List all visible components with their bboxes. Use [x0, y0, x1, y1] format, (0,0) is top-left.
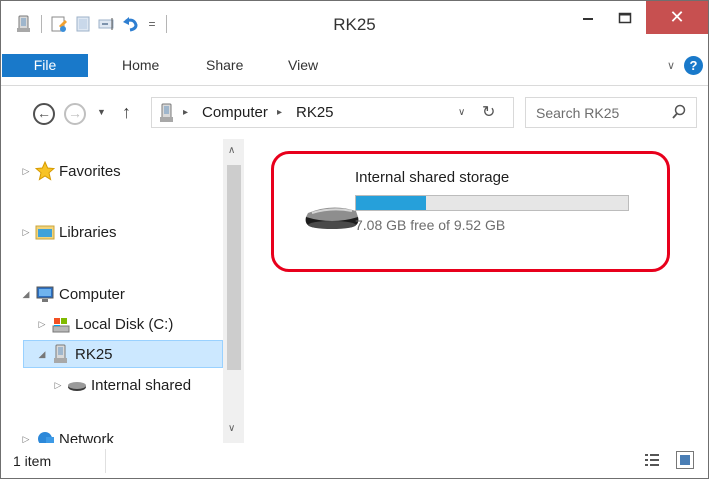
- scrollbar-thumb[interactable]: [227, 165, 241, 370]
- local-disk-icon: [52, 318, 70, 333]
- drive-usage-bar: [355, 195, 629, 211]
- expand-arrow-icon[interactable]: ▷: [19, 227, 33, 238]
- large-icons-view-icon[interactable]: [676, 451, 694, 469]
- nav-item-label: RK25: [75, 345, 113, 363]
- nav-item-label: Network: [59, 430, 115, 444]
- nav-item-favorites[interactable]: ▷ Favorites: [19, 157, 121, 185]
- drive-icon: [68, 382, 86, 391]
- recent-locations-icon[interactable]: ▼: [97, 107, 106, 117]
- ribbon-tabs: File Home Share View ∨ ?: [1, 45, 708, 86]
- computer-icon: [36, 286, 54, 302]
- drive-free-space: 7.08 GB free of 9.52 GB: [355, 217, 506, 233]
- tab-file[interactable]: File: [2, 54, 88, 77]
- tab-home[interactable]: Home: [122, 57, 159, 73]
- nav-item-network[interactable]: ▷ Network: [19, 425, 114, 443]
- content-pane: Internal shared storage 7.08 GB free of …: [246, 139, 708, 443]
- maximize-icon: [618, 12, 632, 23]
- status-divider: [105, 449, 106, 473]
- expand-arrow-icon[interactable]: ▷: [51, 380, 65, 391]
- back-button[interactable]: ←: [33, 103, 55, 125]
- details-view-icon[interactable]: [644, 452, 660, 468]
- minimize-icon: [583, 17, 593, 20]
- status-bar: 1 item: [1, 443, 708, 478]
- address-bar[interactable]: ▸ Computer ▸ RK25 ∨ ↻: [151, 97, 514, 128]
- portable-device-icon: [160, 103, 173, 122]
- maximize-button[interactable]: [608, 1, 642, 34]
- drive-tile-internal-shared-storage[interactable]: Internal shared storage 7.08 GB free of …: [271, 151, 670, 272]
- title-bar: = RK25 ✕: [1, 1, 708, 45]
- nav-item-libraries[interactable]: ▷ Libraries: [19, 218, 117, 246]
- breadcrumb-separator[interactable]: ▸: [277, 107, 282, 118]
- item-count: 1 item: [13, 453, 52, 469]
- breadcrumb-computer[interactable]: Computer: [202, 104, 268, 121]
- tab-view[interactable]: View: [288, 57, 318, 73]
- nav-item-internal-shared[interactable]: ▷ Internal shared: [51, 371, 192, 399]
- nav-item-label: Internal shared: [91, 376, 192, 394]
- nav-item-label: Libraries: [59, 223, 117, 241]
- scroll-up-icon[interactable]: ∧: [228, 145, 235, 156]
- collapse-arrow-icon[interactable]: ◢: [35, 349, 49, 360]
- nav-item-local-disk[interactable]: ▷ Local Disk (C:): [35, 310, 173, 338]
- portable-device-icon: [54, 344, 67, 363]
- help-icon[interactable]: ?: [684, 56, 703, 75]
- up-button[interactable]: ↑: [122, 102, 131, 123]
- nav-item-computer[interactable]: ◢ Computer: [19, 280, 125, 308]
- expand-arrow-icon[interactable]: ▷: [35, 319, 49, 330]
- network-icon: [38, 432, 54, 443]
- expand-arrow-icon[interactable]: ▷: [19, 166, 33, 177]
- search-icon[interactable]: [671, 104, 687, 120]
- explorer-window: = RK25 ✕ File Home Share View ∨ ? ← → ▼ …: [0, 0, 709, 479]
- search-box[interactable]: [525, 97, 697, 128]
- nav-item-label: Computer: [59, 285, 125, 303]
- forward-button[interactable]: →: [64, 103, 86, 125]
- drive-name: Internal shared storage: [355, 169, 510, 186]
- nav-item-label: Local Disk (C:): [75, 315, 174, 333]
- navigation-pane: ▷ Favorites ▷ Libraries ◢ Computer ▷ Loc…: [1, 139, 244, 443]
- close-button[interactable]: ✕: [646, 1, 708, 34]
- drive-usage-fill: [356, 196, 426, 210]
- minimize-button[interactable]: [573, 1, 603, 34]
- tab-share[interactable]: Share: [206, 57, 243, 73]
- refresh-icon[interactable]: ↻: [482, 102, 495, 122]
- expand-arrow-icon[interactable]: ▷: [19, 434, 33, 444]
- navigation-bar: ← → ▼ ↑ ▸ Computer ▸ RK25 ∨ ↻: [1, 87, 708, 139]
- breadcrumb-separator[interactable]: ▸: [183, 107, 188, 118]
- address-dropdown-icon[interactable]: ∨: [458, 107, 465, 118]
- libraries-folder-icon: [35, 225, 55, 240]
- nav-item-label: Favorites: [59, 162, 121, 180]
- scroll-down-icon[interactable]: ∨: [228, 423, 235, 434]
- search-input[interactable]: [536, 103, 656, 122]
- nav-item-rk25[interactable]: ◢ RK25: [23, 340, 223, 368]
- expand-ribbon-icon[interactable]: ∨: [667, 59, 675, 72]
- nav-pane-scrollbar[interactable]: ∧ ∨: [223, 139, 244, 443]
- close-icon: ✕: [669, 7, 685, 27]
- star-icon: [35, 161, 55, 181]
- breadcrumb-rk25[interactable]: RK25: [296, 104, 334, 121]
- collapse-arrow-icon[interactable]: ◢: [19, 289, 33, 300]
